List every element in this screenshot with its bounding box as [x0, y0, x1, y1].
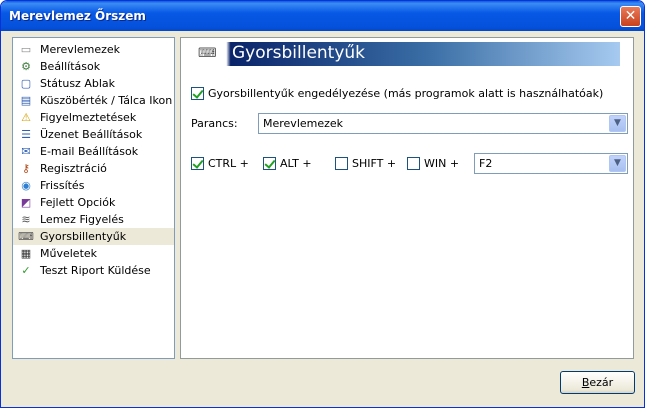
- command-select[interactable]: Merevlemezek ▼: [258, 113, 628, 134]
- settings-icon: ⚙: [21, 59, 31, 73]
- window-title: Merevlemez Őrszem: [9, 9, 146, 23]
- sidebar-item-label: Beállítások: [40, 60, 101, 73]
- shift-checkbox[interactable]: [335, 157, 348, 170]
- sidebar-item[interactable]: ✉ E-mail Beállítások: [13, 143, 174, 160]
- sidebar-item-label: Merevlemezek: [40, 43, 121, 56]
- command-label: Parancs:: [191, 117, 238, 130]
- close-icon: ✕: [624, 8, 637, 24]
- sidebar-item[interactable]: ▢ Státusz Ablak: [13, 75, 174, 92]
- sidebar-item[interactable]: ⌨ Gyorsbillentyűk: [13, 228, 174, 245]
- sidebar-item-label: Küszöbérték / Tálca Ikon: [40, 94, 173, 107]
- sidebar-item[interactable]: ⚷ Regisztráció: [13, 160, 174, 177]
- sidebar-item[interactable]: ◉ Frissítés: [13, 177, 174, 194]
- hotkeys-panel: ⌨ Gyorsbillentyűk Gyorsbillentyűk engedé…: [180, 37, 634, 359]
- sidebar-item-label: Üzenet Beállítások: [40, 128, 143, 141]
- command-select-value: Merevlemezek: [263, 117, 344, 130]
- sidebar-item[interactable]: ☰ Üzenet Beállítások: [13, 126, 174, 143]
- email-icon: ✉: [21, 144, 31, 158]
- ctrl-checkbox[interactable]: [191, 157, 204, 170]
- chevron-down-icon[interactable]: ▼: [609, 155, 626, 172]
- key-icon: ⚷: [21, 161, 31, 175]
- ctrl-label: CTRL +: [208, 157, 249, 170]
- key-select-value: F2: [479, 157, 493, 170]
- sidebar-item[interactable]: ≋ Lemez Figyelés: [13, 211, 174, 228]
- modifier-ctrl-row[interactable]: CTRL +: [191, 157, 249, 170]
- panel-header-banner: ⌨ Gyorsbillentyűk: [192, 42, 620, 66]
- advanced-icon: ◩: [20, 195, 32, 209]
- sidebar-item-label: Műveletek: [40, 247, 98, 260]
- enable-hotkeys-label: Gyorsbillentyűk engedélyezése (más progr…: [208, 87, 604, 100]
- window-icon: ▢: [20, 76, 32, 90]
- sidebar-item-label: Teszt Riport Küldése: [40, 264, 151, 277]
- title-bar[interactable]: Merevlemez Őrszem ✕: [1, 1, 644, 31]
- monitor-icon: ≋: [21, 212, 31, 226]
- keyboard-icon: ⌨: [198, 46, 217, 61]
- enable-hotkeys-row[interactable]: Gyorsbillentyűk engedélyezése (más progr…: [191, 87, 603, 100]
- sidebar-item-label: Gyorsbillentyűk: [40, 230, 127, 243]
- win-checkbox[interactable]: [407, 157, 420, 170]
- modifier-shift-row[interactable]: SHIFT +: [335, 157, 396, 170]
- report-icon: ✓: [21, 263, 31, 277]
- sidebar-item-label: Figyelmeztetések: [40, 111, 137, 124]
- panel-title: Gyorsbillentyűk: [232, 43, 366, 63]
- alt-checkbox[interactable]: [263, 157, 276, 170]
- sidebar-item[interactable]: ⚙ Beállítások: [13, 58, 174, 75]
- hard-drive-icon: ▭: [20, 42, 32, 56]
- sidebar-item-label: Regisztráció: [40, 162, 107, 175]
- sidebar-item[interactable]: ✓ Teszt Riport Küldése: [13, 262, 174, 279]
- sidebar-item[interactable]: ▤ Küszöbérték / Tálca Ikon: [13, 92, 174, 109]
- warning-icon: ⚠: [21, 110, 31, 124]
- sidebar-item-label: Státusz Ablak: [40, 77, 115, 90]
- modifier-win-row[interactable]: WIN +: [407, 157, 459, 170]
- app-window: Merevlemez Őrszem ✕ ▭ Merevlemezek ⚙ Beállí…: [0, 0, 645, 408]
- clapper-icon: ▦: [20, 246, 32, 260]
- close-button[interactable]: Bezár: [560, 371, 635, 394]
- modifier-alt-row[interactable]: ALT +: [263, 157, 312, 170]
- message-icon: ☰: [21, 127, 31, 141]
- enable-hotkeys-checkbox[interactable]: [191, 87, 204, 100]
- chevron-down-icon[interactable]: ▼: [609, 115, 626, 132]
- sidebar-item-label: Frissítés: [40, 179, 85, 192]
- dialog-body: ▭ Merevlemezek ⚙ Beállítások ▢ Státusz Ablak ▤…: [4, 31, 641, 406]
- sidebar-item[interactable]: ▭ Merevlemezek: [13, 41, 174, 58]
- globe-icon: ◉: [21, 178, 31, 192]
- settings-nav-list: ▭ Merevlemezek ⚙ Beállítások ▢ Státusz Ablak ▤…: [12, 37, 175, 359]
- sidebar-item[interactable]: ⚠ Figyelmeztetések: [13, 109, 174, 126]
- close-button-label: ezár: [589, 376, 614, 389]
- sidebar-item-label: Fejlett Opciók: [40, 196, 116, 209]
- key-select[interactable]: F2 ▼: [474, 153, 628, 174]
- alt-label: ALT +: [280, 157, 312, 170]
- tray-icon: ▤: [20, 93, 32, 107]
- close-window-button[interactable]: ✕: [620, 6, 641, 27]
- sidebar-item-label: E-mail Beállítások: [40, 145, 139, 158]
- win-label: WIN +: [424, 157, 460, 170]
- sidebar-item-label: Lemez Figyelés: [40, 213, 124, 226]
- sidebar-item[interactable]: ▦ Műveletek: [13, 245, 174, 262]
- shift-label: SHIFT +: [352, 157, 397, 170]
- sidebar-item[interactable]: ◩ Fejlett Opciók: [13, 194, 174, 211]
- keyboard-icon: ⌨: [18, 229, 34, 243]
